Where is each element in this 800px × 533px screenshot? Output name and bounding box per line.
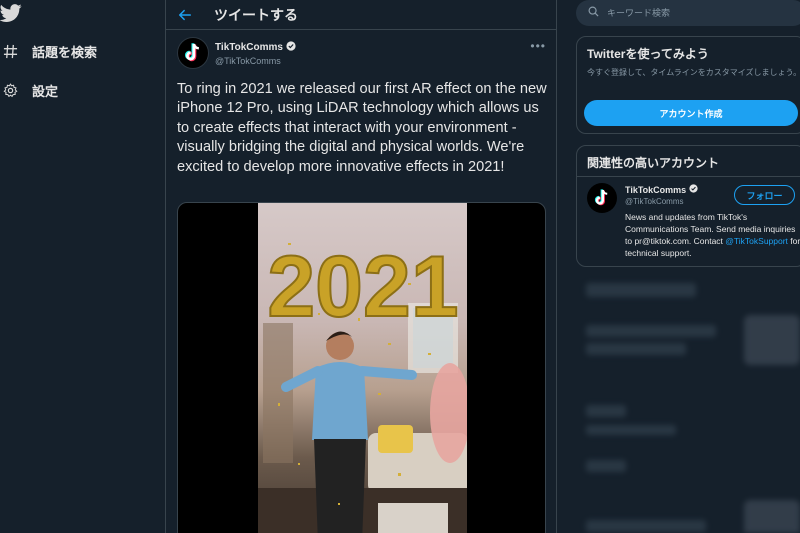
- tiktok-logo-icon: [594, 189, 608, 206]
- account-bio: News and updates from TikTok's Communica…: [625, 211, 800, 259]
- avatar[interactable]: [177, 37, 209, 69]
- hashtag-icon: [2, 43, 18, 59]
- nav-item-settings[interactable]: 設定: [2, 78, 58, 102]
- related-accounts-card: 関連性の高いアカウント TikTokComms @TikTokComms フォロ…: [576, 145, 800, 267]
- back-arrow-icon[interactable]: [178, 8, 204, 22]
- tweet-author[interactable]: TikTokComms @TikTokComms: [177, 37, 296, 69]
- nav-item-explore[interactable]: 話題を検索: [2, 39, 97, 63]
- video-overlay-text: 2021: [267, 241, 458, 331]
- blurred-trends: [576, 275, 800, 533]
- verified-badge-icon: [286, 40, 296, 54]
- verified-badge-icon: [689, 184, 698, 195]
- right-sidebar: Twitterを使ってみよう 今すぐ登録して、タイムラインをカスタマイズしましょ…: [566, 0, 800, 533]
- account-name[interactable]: TikTokComms: [625, 184, 698, 195]
- tweet-header: ツイートする: [166, 0, 556, 30]
- tweet-column: ツイートする TikTokComms @TikTokComms ••• To r…: [166, 0, 557, 533]
- avatar[interactable]: [587, 183, 617, 213]
- twitter-logo-icon[interactable]: [0, 2, 22, 24]
- tiktok-logo-icon: [185, 43, 199, 62]
- nav-item-label: 話題を検索: [32, 44, 98, 60]
- left-navigation: 話題を検索 設定: [0, 0, 166, 533]
- search-icon: [588, 4, 599, 22]
- account-display-name: TikTokComms: [625, 184, 687, 195]
- signup-card: Twitterを使ってみよう 今すぐ登録して、タイムラインをカスタマイズしましょ…: [576, 36, 800, 134]
- page-title: ツイートする: [214, 6, 298, 23]
- signup-title: Twitterを使ってみよう: [587, 47, 709, 61]
- divider: [577, 176, 800, 177]
- account-handle: @TikTokComms: [625, 197, 684, 206]
- create-account-button[interactable]: アカウント作成: [584, 100, 798, 126]
- signup-subtitle: 今すぐ登録して、タイムラインをカスタマイズしましょう。: [587, 68, 800, 77]
- user-handle: @TikTokComms: [215, 55, 281, 66]
- display-name: TikTokComms: [215, 41, 283, 53]
- search-bar[interactable]: [576, 0, 800, 26]
- more-options-icon[interactable]: •••: [530, 39, 546, 53]
- tweet-text: To ring in 2021 we released our first AR…: [177, 81, 547, 175]
- related-accounts-title: 関連性の高いアカウント: [587, 156, 720, 170]
- nav-item-label: 設定: [32, 83, 59, 99]
- gear-icon: [2, 82, 18, 98]
- mention-link[interactable]: @TikTokSupport: [725, 236, 788, 246]
- search-input[interactable]: [607, 8, 787, 18]
- video-frame: 2021: [258, 203, 467, 533]
- follow-button[interactable]: フォロー: [734, 185, 795, 205]
- tweet-video[interactable]: 2021: [177, 202, 546, 533]
